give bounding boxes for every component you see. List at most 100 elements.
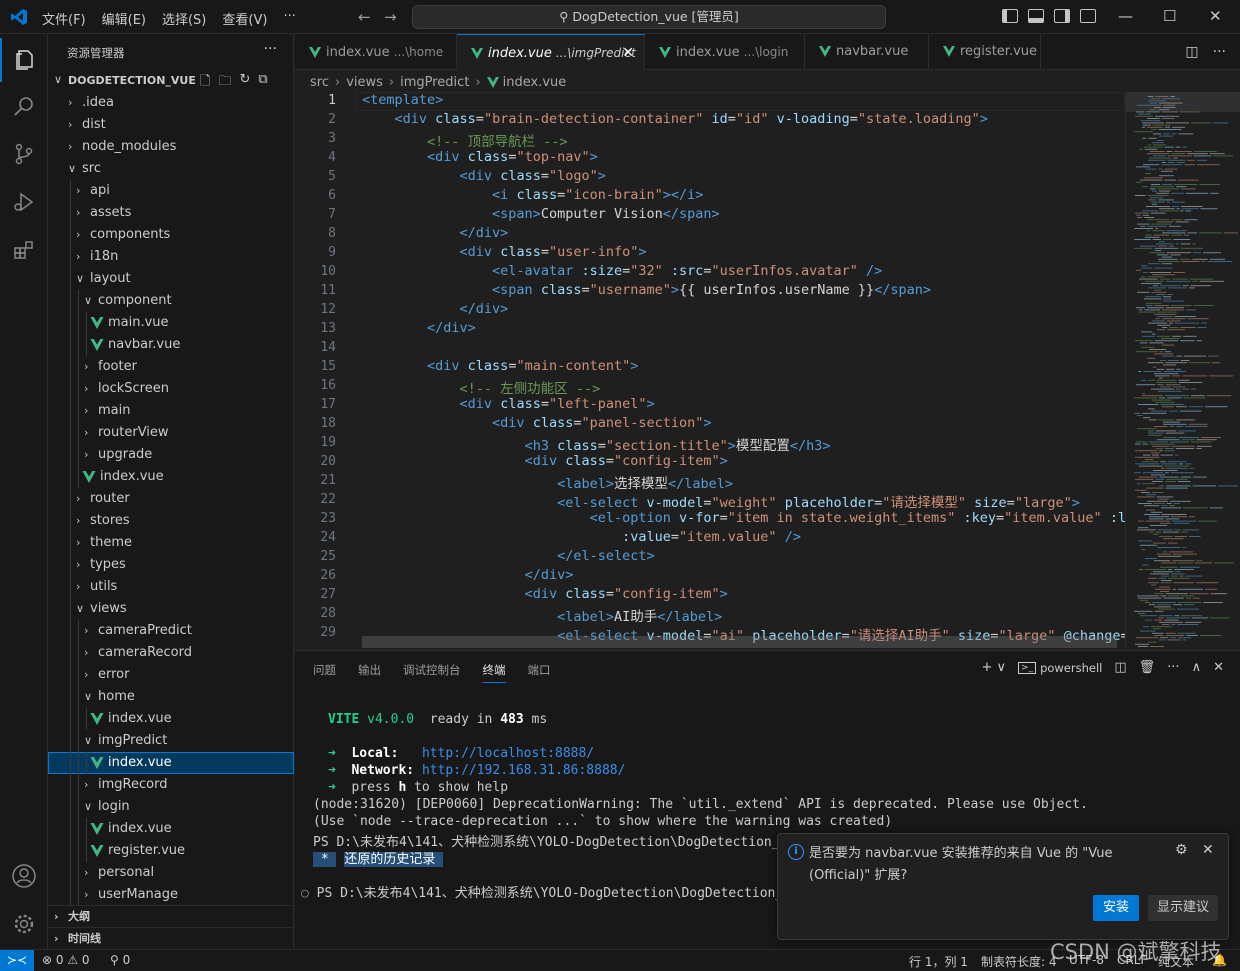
code-line[interactable]: </div> — [362, 301, 509, 317]
code-line[interactable]: <!-- 左侧功能区 --> — [362, 377, 601, 397]
tree-file[interactable]: index.vue — [48, 818, 294, 840]
explorer-icon[interactable] — [0, 38, 48, 82]
minimap-slider[interactable] — [1126, 92, 1240, 112]
code-line[interactable]: <div class="logo"> — [362, 168, 606, 184]
project-header[interactable]: ∨ DOGDETECTION_VUE 🗋 🗀 ↻ ⧉ — [48, 70, 294, 92]
tree-folder[interactable]: ∨ views — [48, 598, 294, 620]
command-center-search[interactable]: ⚲ DogDetection_vue [管理员] — [412, 5, 886, 29]
tree-folder[interactable]: › dist — [48, 114, 294, 136]
tree-folder[interactable]: › cameraRecord — [48, 642, 294, 664]
code-line[interactable]: <div class="brain-detection-container" i… — [362, 111, 988, 127]
notification-close-icon[interactable]: ✕ — [1202, 842, 1214, 858]
tree-folder[interactable]: › assets — [48, 202, 294, 224]
code-line[interactable]: <div class="panel-section"> — [362, 415, 711, 431]
code-line[interactable]: <div class="user-info"> — [362, 244, 647, 260]
code-line[interactable]: <div class="top-nav"> — [362, 149, 598, 165]
tree-folder[interactable]: ∨ home — [48, 686, 294, 708]
tree-folder[interactable]: ∨ imgPredict — [48, 730, 294, 752]
collapse-all-icon[interactable]: ⧉ — [258, 72, 267, 94]
search-view-icon[interactable] — [0, 84, 48, 128]
close-panel-icon[interactable]: ✕ — [1213, 660, 1224, 675]
tree-folder[interactable]: › lockScreen — [48, 378, 294, 400]
extensions-icon[interactable] — [0, 228, 48, 272]
minimize-icon[interactable]: — — [1118, 7, 1133, 25]
code-line[interactable]: <h3 class="section-title">模型配置</h3> — [362, 434, 831, 454]
code-line[interactable]: <el-option v-for="item in state.weight_i… — [362, 510, 1125, 526]
code-line[interactable]: <div class="config-item"> — [362, 586, 728, 602]
network-url-link[interactable]: http://192.168.31.86:8888/ — [422, 763, 626, 778]
tree-folder[interactable]: › types — [48, 554, 294, 576]
breadcrumb-imgpredict[interactable]: imgPredict — [400, 75, 469, 90]
code-line[interactable]: <label>AI助手</label> — [362, 605, 722, 625]
tree-file[interactable]: index.vue — [48, 466, 294, 488]
code-line[interactable]: <span class="username">{{ userInfos.user… — [362, 282, 931, 298]
panel-more-icon[interactable]: ··· — [1167, 660, 1179, 675]
run-debug-icon[interactable] — [0, 180, 48, 224]
tree-folder[interactable]: › node_modules — [48, 136, 294, 158]
horizontal-scrollbar[interactable] — [362, 636, 1117, 648]
menu-more[interactable]: ··· — [283, 9, 295, 28]
local-url-link[interactable]: http://localhost:8888/ — [422, 746, 594, 761]
tree-folder[interactable]: › imgRecord — [48, 774, 294, 796]
tab-terminal[interactable]: 终端 — [482, 662, 506, 683]
code-line[interactable]: :value="item.value" /> — [362, 529, 801, 545]
code-line[interactable]: </div> — [362, 225, 509, 241]
ports-status[interactable]: ⚲ 0 — [110, 953, 130, 967]
tree-folder[interactable]: › utils — [48, 576, 294, 598]
tree-folder[interactable]: › userManage — [48, 884, 294, 906]
tree-folder[interactable]: › router — [48, 488, 294, 510]
problems-status[interactable]: ⊗ 0 ⚠ 0 — [42, 953, 90, 967]
toggle-primary-sidebar-icon[interactable] — [1002, 9, 1018, 23]
back-arrow-icon[interactable]: ← — [358, 8, 371, 26]
tree-file[interactable]: navbar.vue — [48, 334, 294, 356]
sidebar-more-icon[interactable]: ··· — [264, 41, 277, 57]
tree-folder[interactable]: ∨ login — [48, 796, 294, 818]
tree-folder[interactable]: › i18n — [48, 246, 294, 268]
toggle-panel-icon[interactable] — [1028, 9, 1044, 23]
tree-folder[interactable]: › personal — [48, 862, 294, 884]
tree-folder[interactable]: ∨ layout — [48, 268, 294, 290]
tree-folder[interactable]: › stores — [48, 510, 294, 532]
code-line[interactable]: <i class="icon-brain"></i> — [362, 187, 703, 203]
shell-name[interactable]: powershell — [1040, 661, 1102, 675]
refresh-icon[interactable]: ↻ — [239, 72, 250, 94]
code-editor[interactable]: 1 <template> 2 <div class="brain-detection… — [295, 92, 1125, 648]
menu-file[interactable]: 文件(F) — [42, 9, 86, 28]
code-line[interactable]: </div> — [362, 567, 574, 583]
more-actions-icon[interactable]: ··· — [1213, 44, 1226, 60]
split-terminal-icon[interactable]: ◫ — [1114, 660, 1126, 675]
new-terminal-icon[interactable]: + ∨ — [981, 660, 1006, 675]
maximize-icon[interactable]: ☐ — [1163, 7, 1176, 25]
install-button[interactable]: 安装 — [1093, 895, 1139, 921]
source-control-icon[interactable] — [0, 132, 48, 176]
code-line[interactable]: <label>选择模型</label> — [362, 472, 733, 492]
toggle-secondary-sidebar-icon[interactable] — [1054, 9, 1070, 23]
maximize-panel-icon[interactable]: ∧ — [1192, 660, 1202, 675]
remote-icon[interactable]: ≻≺ — [0, 950, 34, 971]
menu-edit[interactable]: 编辑(E) — [102, 9, 146, 28]
notification-gear-icon[interactable]: ⚙ — [1175, 842, 1188, 858]
code-line[interactable]: <div class="main-content"> — [362, 358, 638, 374]
tree-file[interactable]: register.vue — [48, 840, 294, 862]
tree-folder[interactable]: › routerView — [48, 422, 294, 444]
tab-size[interactable]: 制表符长度: 4 — [981, 953, 1057, 970]
tree-folder[interactable]: ∨ component — [48, 290, 294, 312]
tree-folder[interactable]: › footer — [48, 356, 294, 378]
tree-folder[interactable]: › components — [48, 224, 294, 246]
code-line[interactable]: <span>Computer Vision</span> — [362, 206, 720, 222]
account-icon[interactable] — [0, 854, 48, 898]
tab-ports[interactable]: 端口 — [528, 662, 551, 683]
code-line[interactable]: <!-- 顶部导航栏 --> — [362, 130, 568, 150]
timeline-section[interactable]: › 时间线 — [48, 927, 294, 949]
tree-folder[interactable]: › upgrade — [48, 444, 294, 466]
tree-folder[interactable]: › error — [48, 664, 294, 686]
menu-selection[interactable]: 选择(S) — [162, 9, 206, 28]
minimap[interactable] — [1125, 92, 1240, 648]
tree-folder[interactable]: › api — [48, 180, 294, 202]
code-line[interactable]: </div> — [362, 320, 476, 336]
code-line[interactable]: <el-avatar :size="32" :src="userInfos.av… — [362, 263, 882, 279]
breadcrumb-views[interactable]: views — [346, 75, 383, 90]
code-line[interactable]: <div class="config-item"> — [362, 453, 728, 469]
code-line[interactable]: </el-select> — [362, 548, 655, 564]
tree-folder[interactable]: › main — [48, 400, 294, 422]
